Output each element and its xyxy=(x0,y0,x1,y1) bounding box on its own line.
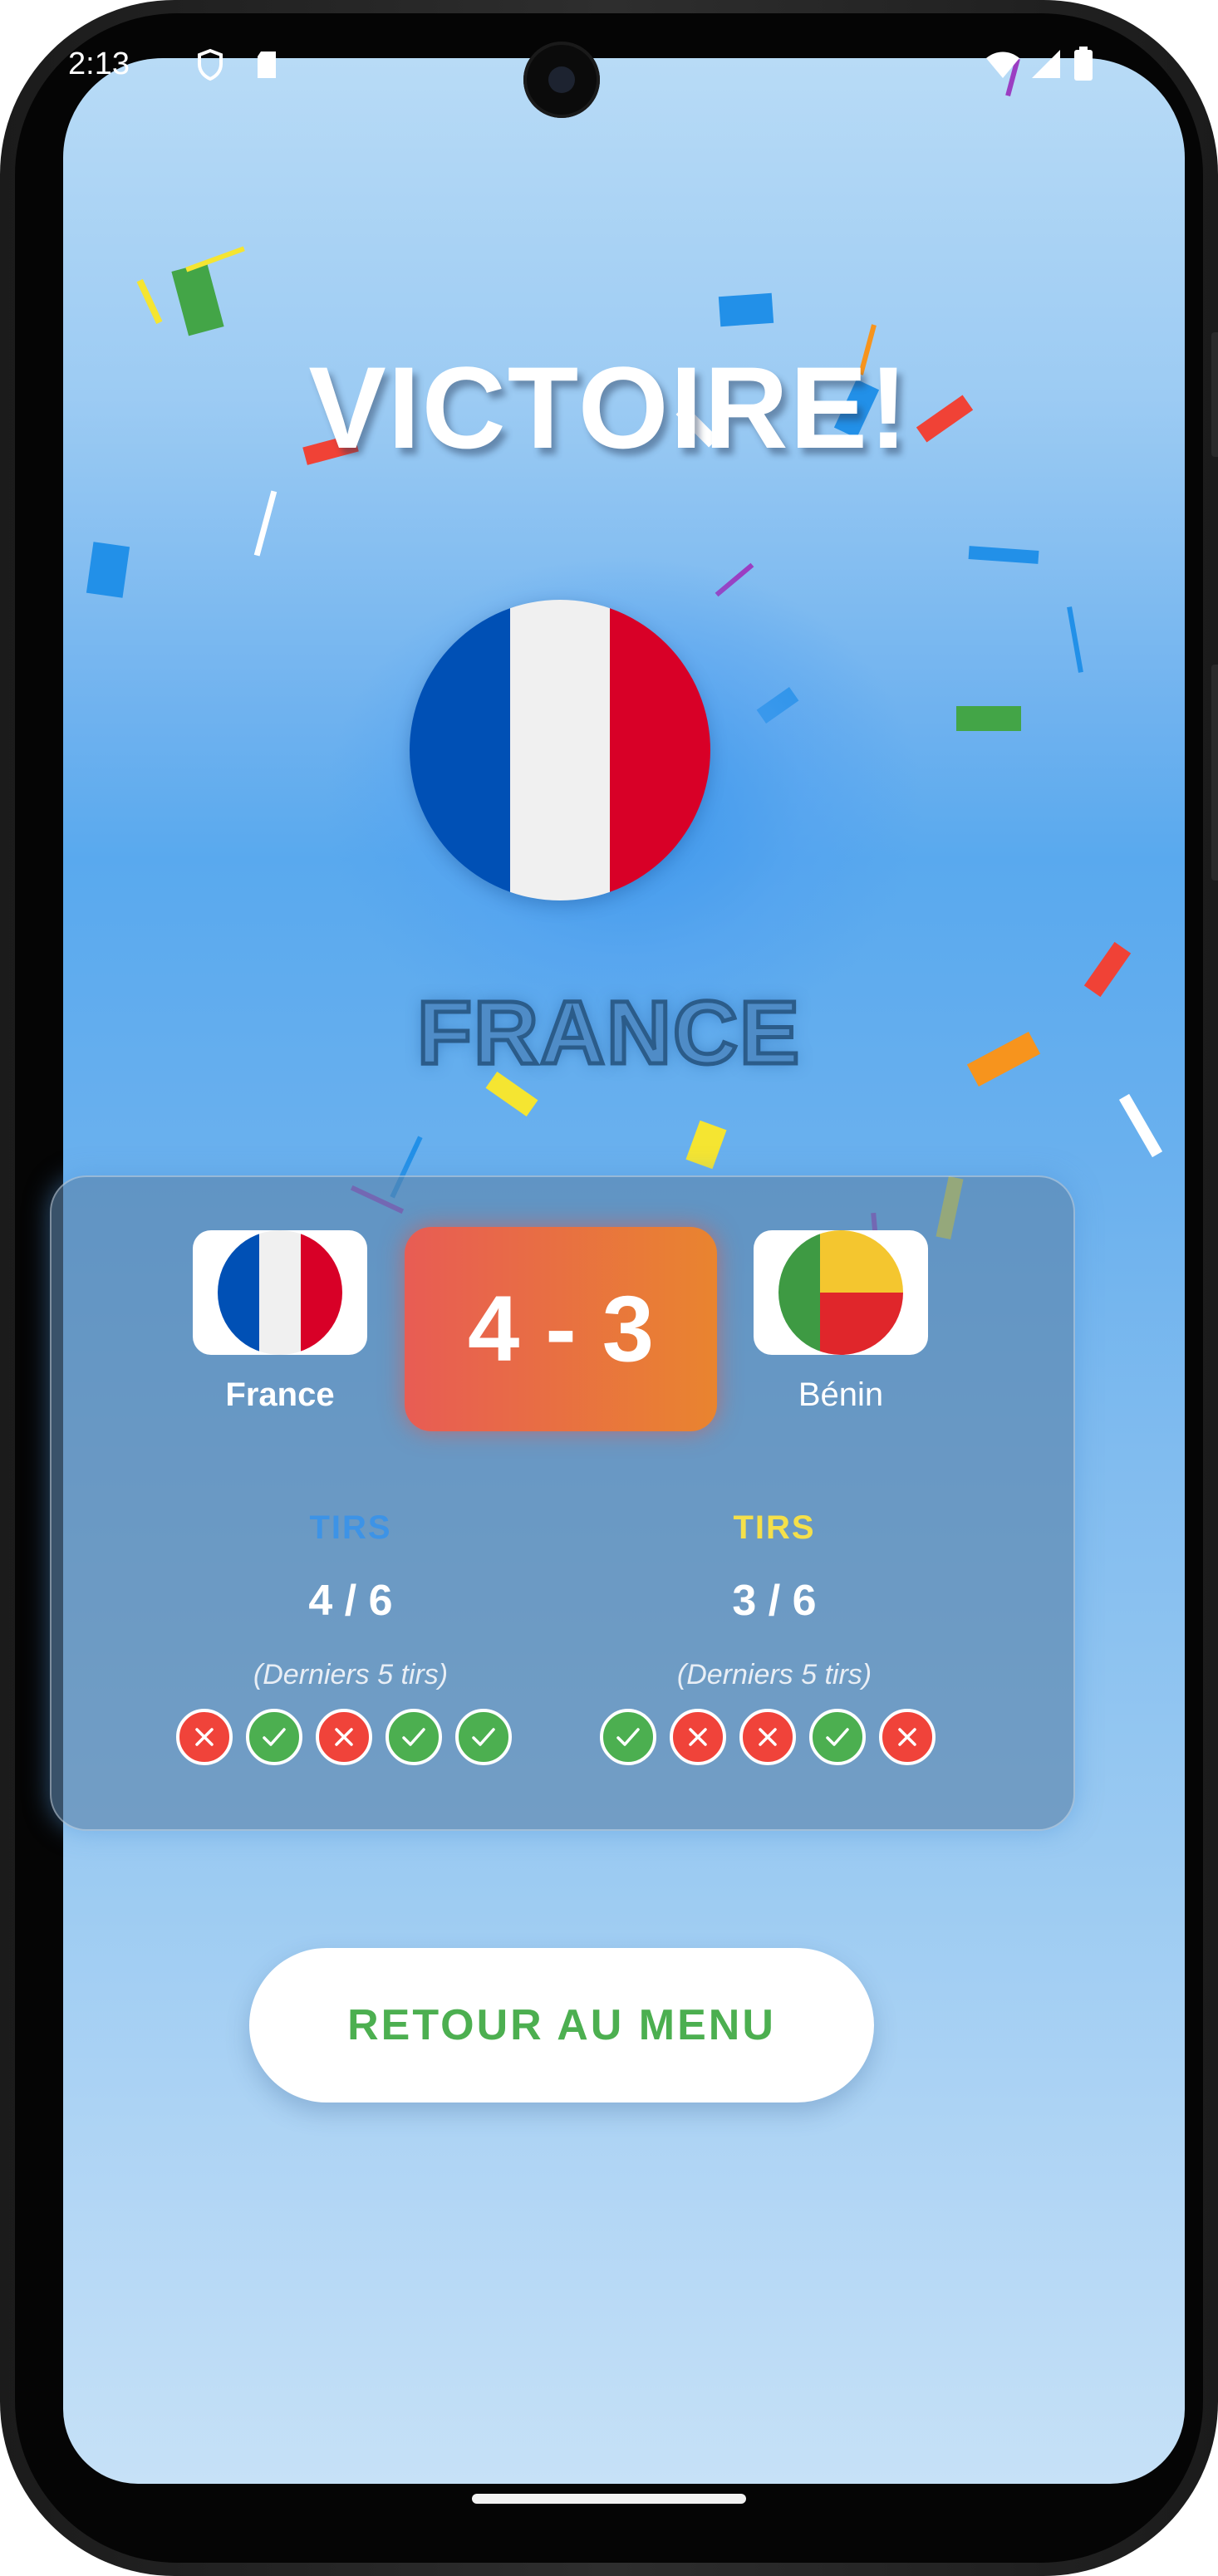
shield-icon xyxy=(196,48,224,85)
match-summary-card: France 4 - 3 Bénin TIRS 4 / 6 (Derniers … xyxy=(50,1175,1075,1831)
away-shots-value: 3 / 6 xyxy=(732,1577,817,1625)
check-icon xyxy=(455,1709,512,1765)
home-last-shots-note: (Derniers 5 tirs) xyxy=(253,1659,449,1690)
cross-icon xyxy=(670,1709,726,1765)
cross-icon xyxy=(739,1709,796,1765)
home-shots-value: 4 / 6 xyxy=(308,1577,393,1625)
back-to-menu-button[interactable]: RETOUR AU MENU xyxy=(249,1948,874,2103)
check-icon xyxy=(600,1709,656,1765)
home-indicator[interactable] xyxy=(472,2494,746,2504)
home-team-name: France xyxy=(225,1376,335,1413)
cross-icon xyxy=(176,1709,233,1765)
side-button-volume xyxy=(1211,665,1218,881)
away-team-flag xyxy=(754,1230,928,1355)
away-shots-label: TIRS xyxy=(733,1509,816,1546)
home-last-shots xyxy=(176,1709,512,1765)
match-score: 4 - 3 xyxy=(405,1227,717,1431)
victory-title: VICTOIRE! xyxy=(308,342,910,473)
winner-flag xyxy=(410,600,710,900)
winner-country: FRANCE xyxy=(415,980,802,1085)
away-team-name: Bénin xyxy=(798,1376,884,1413)
status-bar: 2:13 xyxy=(0,42,1218,91)
check-icon xyxy=(809,1709,866,1765)
away-last-shots-note: (Derniers 5 tirs) xyxy=(676,1659,872,1690)
sd-card-icon xyxy=(254,50,279,83)
wifi-icon xyxy=(985,50,1021,83)
check-icon xyxy=(246,1709,302,1765)
status-time: 2:13 xyxy=(68,47,130,81)
check-icon xyxy=(386,1709,442,1765)
cross-icon xyxy=(879,1709,936,1765)
front-camera xyxy=(523,42,600,118)
cross-icon xyxy=(316,1709,372,1765)
battery-icon xyxy=(1073,47,1093,85)
signal-icon xyxy=(1029,48,1062,83)
home-shots-label: TIRS xyxy=(309,1509,392,1546)
home-team-flag xyxy=(193,1230,367,1355)
away-last-shots xyxy=(600,1709,936,1765)
